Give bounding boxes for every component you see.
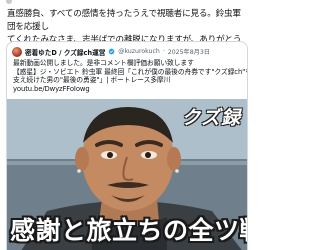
author-name[interactable]: 密着ゆたD / クズ録ch運営 xyxy=(25,47,105,57)
post-detail-view: 直感勝負、すべての感情を持ったうえで視聴者に見る。鈴虫軍団を応援し てくれたみな… xyxy=(0,0,250,250)
quoted-post-card[interactable]: 密着ゆたD / クズ録ch運営 @kuzurokuch · 2025年8月3日 … xyxy=(6,41,248,250)
quoted-post-text: 最新動画公開しました。是非コメント欄評価お願い致します 【惑星】ジ・ソビエト 鈴… xyxy=(13,59,248,94)
previous-post-header[interactable] xyxy=(6,0,96,4)
verified-badge-icon xyxy=(108,48,115,55)
post-text-line: 直感勝負、すべての感情を持ったうえで視聴者に見る。鈴虫軍団を応援し xyxy=(7,9,241,32)
channel-logo-text: クズ録 xyxy=(181,107,241,129)
quoted-post-header: 密着ゆたD / クズ録ch運営 @kuzurokuch · 2025年8月3日 xyxy=(12,46,242,57)
author-avatar[interactable] xyxy=(12,46,22,57)
quoted-link[interactable]: youtu.be/DwyzFFoIowg xyxy=(13,85,243,94)
avatar xyxy=(6,0,12,4)
post-date[interactable]: 2025年8月3日 xyxy=(168,47,210,56)
quoted-text-line: 最新動画公開しました。是非コメント欄評価お願い致します xyxy=(13,59,194,67)
quoted-text-line: 【惑星】ジ・ソビエト 鈴虫軍 最終回「これが僕の最後の舟券です"クズ録ch"を xyxy=(13,67,248,76)
thumbnail-caption: 感謝と旅立ちの全ツ戦 xyxy=(10,216,247,245)
meta-separator: · xyxy=(162,48,165,55)
author-handle[interactable]: @kuzurokuch xyxy=(118,48,160,55)
quoted-text-line: 支え続けた男の"最後の勇姿"」| ボートレース多摩川 xyxy=(13,76,171,85)
video-thumbnail[interactable]: クズ録 感謝と旅立ちの全ツ戦 xyxy=(7,99,247,250)
